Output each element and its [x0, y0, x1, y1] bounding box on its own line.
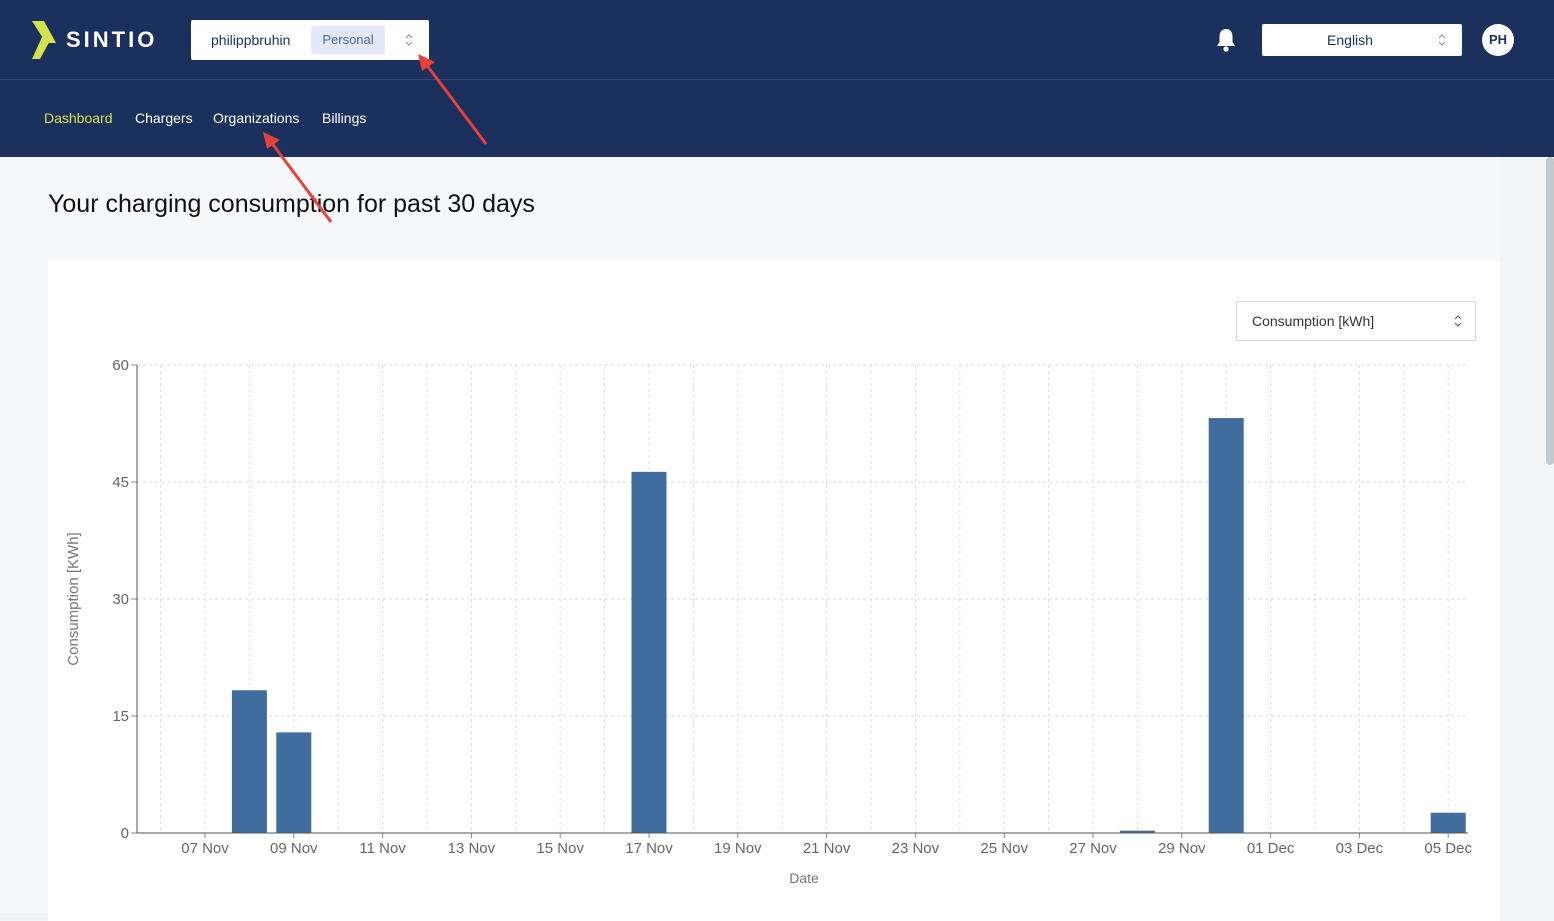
x-tick-label: 09 Nov [270, 840, 318, 857]
chart-bars [231, 418, 1466, 833]
y-tick-label: 45 [112, 474, 129, 491]
x-tick-label: 15 Nov [536, 840, 584, 857]
metric-select[interactable]: Consumption [kWh] [1236, 301, 1476, 341]
x-tick-label: 01 Dec [1247, 840, 1295, 857]
dashboard-page: Your charging consumption for past 30 da… [0, 157, 1500, 921]
x-tick-label: 13 Nov [448, 840, 496, 857]
language-select[interactable]: English [1262, 24, 1462, 56]
account-type-badge: Personal [311, 26, 385, 54]
x-tick-label: 11 Nov [359, 840, 406, 857]
y-tick-label: 15 [112, 708, 129, 725]
chart-grid [137, 364, 1468, 833]
x-tick-label: 17 Nov [625, 840, 673, 857]
x-tick-label: 25 Nov [980, 840, 1028, 857]
chart-card: 0 15 30 45 60 07 Nov 09 Nov 11 Nov 13 Nov 15 Nov 1… [48, 261, 1500, 921]
brand-name: SINTIO [66, 27, 158, 52]
nav-dashboard[interactable]: Dashboard [44, 80, 113, 157]
x-tick-label: 05 Dec [1424, 840, 1472, 857]
x-tick-label: 21 Nov [803, 840, 851, 857]
nav-chargers[interactable]: Chargers [135, 80, 193, 157]
x-tick-label: 03 Dec [1336, 840, 1384, 857]
y-tick-label: 60 [112, 357, 129, 374]
consumption-bar[interactable] [1430, 812, 1466, 833]
main-navigation: Dashboard Chargers Organizations Billing… [0, 80, 1554, 157]
x-tick-label: 23 Nov [892, 840, 940, 857]
x-axis-label: Date [789, 870, 819, 886]
lightning-logo-icon [32, 21, 56, 59]
consumption-bar[interactable] [276, 732, 312, 833]
page-scrollbar[interactable] [1546, 157, 1554, 465]
account-name: philippbruhin [211, 32, 291, 48]
y-tick-label: 30 [112, 591, 129, 608]
y-tick-label: 0 [121, 825, 129, 842]
x-tick-label: 19 Nov [714, 840, 762, 857]
brand-logo[interactable]: SINTIO [30, 19, 160, 61]
user-avatar[interactable]: PH [1482, 24, 1514, 56]
consumption-bar[interactable] [231, 690, 267, 833]
consumption-bar-chart: 0 15 30 45 60 07 Nov 09 Nov 11 Nov 13 Nov 15 Nov 1… [65, 357, 1472, 886]
consumption-bar[interactable] [1208, 418, 1244, 833]
metric-select-value: Consumption [kWh] [1252, 313, 1375, 329]
nav-organizations[interactable]: Organizations [213, 80, 299, 157]
bell-icon[interactable] [1214, 27, 1238, 53]
chart-axes: 0 15 30 45 60 07 Nov 09 Nov 11 Nov 13 Nov 15 Nov 1… [112, 357, 1472, 857]
x-tick-label: 07 Nov [181, 840, 229, 857]
top-header: SINTIO philippbruhin Personal English PH [0, 0, 1554, 80]
language-value: English [1327, 32, 1373, 48]
y-axis-label: Consumption [KWh] [65, 532, 82, 665]
chevron-up-down-icon [1454, 315, 1462, 327]
nav-billings[interactable]: Billings [322, 80, 366, 157]
page-title: Your charging consumption for past 30 da… [48, 190, 535, 218]
consumption-bar[interactable] [631, 471, 667, 833]
chevron-up-down-icon [405, 34, 413, 46]
x-tick-label: 29 Nov [1158, 840, 1206, 857]
account-switcher[interactable]: philippbruhin Personal [191, 20, 429, 60]
x-tick-label: 27 Nov [1069, 840, 1117, 857]
chevron-up-down-icon [1438, 34, 1446, 46]
